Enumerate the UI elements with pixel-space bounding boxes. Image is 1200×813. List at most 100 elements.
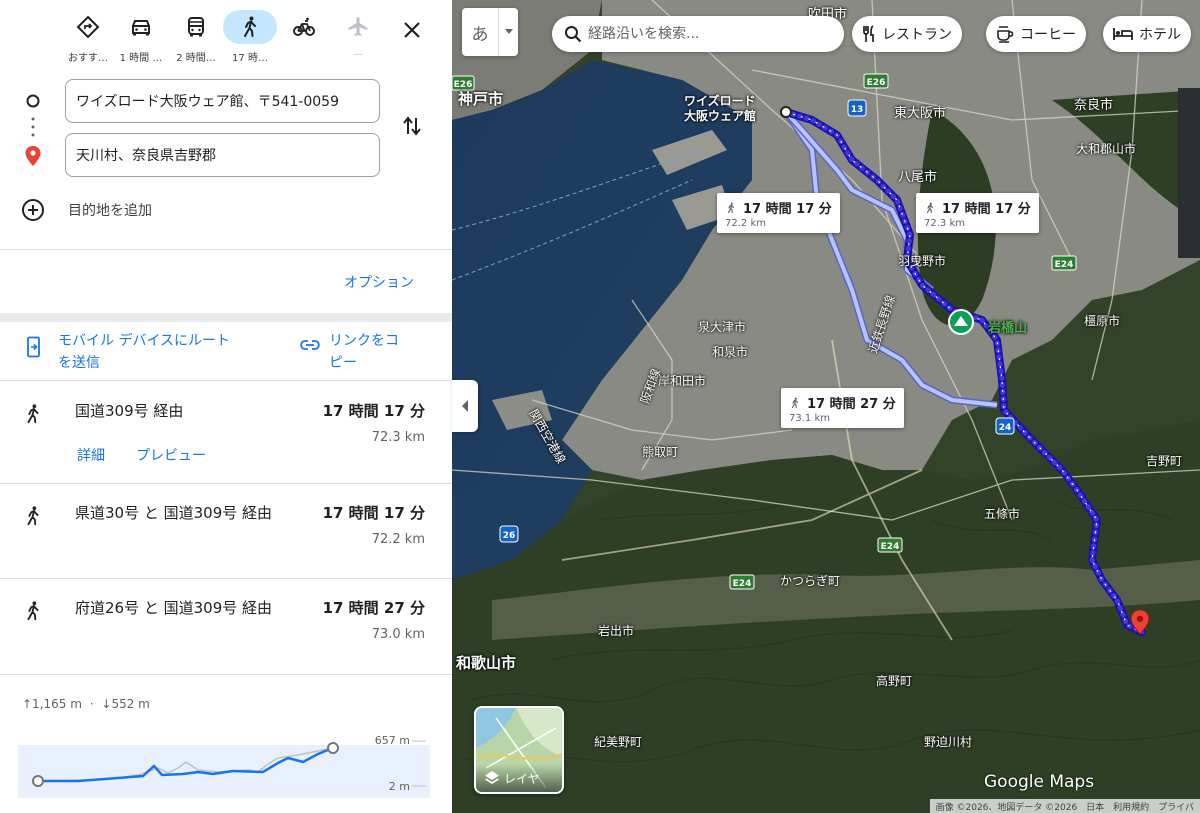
ime-char: あ [471, 24, 489, 45]
travel-mode-bicycle[interactable] [276, 10, 332, 68]
route-shield: 13 [847, 99, 867, 117]
divider [0, 313, 452, 322]
mountain-landmark-icon [948, 309, 974, 335]
svg-text:E24: E24 [733, 579, 752, 589]
input-method-toggle[interactable]: あ [462, 8, 518, 56]
travel-mode-bar: おすす… 1 時間 … 2 時間… 17 時… — [0, 0, 452, 70]
route-preview-link[interactable]: プレビュー [136, 445, 206, 465]
walk-icon [791, 397, 799, 408]
route-name: 府道26号 と 国道309号 経由 [75, 599, 273, 617]
walk-icon [727, 202, 735, 213]
origin-input[interactable] [65, 79, 380, 123]
travel-mode-walk[interactable]: 17 時… [222, 10, 278, 68]
city-label: 野迫川村 [924, 735, 973, 749]
search-along-route-bar[interactable] [552, 16, 844, 52]
route-duration: 17 時間 17 分 [322, 402, 425, 420]
travel-mode-flight[interactable]: — [330, 10, 386, 68]
highway-shield: E24 [877, 537, 903, 553]
alt-route-outline [783, 110, 998, 409]
callout-time: 17 時間 17 分 [942, 202, 1031, 217]
highway-shield: E24 [1051, 255, 1077, 271]
elevation-start-marker [32, 775, 44, 787]
search-along-route-input[interactable] [588, 26, 818, 42]
more-vert-icon [31, 117, 35, 137]
svg-text:E26: E26 [867, 78, 886, 88]
hotel-chip[interactable]: ホテル [1103, 16, 1191, 52]
origin-marker[interactable] [780, 106, 792, 118]
share-row: モバイル デバイスにルート を送信 リンクをコ ピー [0, 326, 452, 380]
highway-shield: E24 [729, 574, 755, 590]
send-to-device-button[interactable]: モバイル デバイスにルート を送信 [26, 330, 230, 374]
route-option-2[interactable]: 県道30号 と 国道309号 経由 17 時間 17 分 72.2 km [0, 484, 452, 578]
layers-icon [485, 771, 499, 784]
layers-button[interactable]: レイヤ [474, 706, 564, 794]
travel-mode-label: 17 時… [232, 53, 268, 64]
elevation-min-label: 2 m [389, 780, 410, 793]
options-button[interactable]: オプション [344, 272, 414, 292]
route-callout-2[interactable]: 17 時間 17 分 72.2 km [717, 193, 840, 233]
elevation-descent: ↓552 m [101, 697, 150, 711]
copy-link-label-1: リンクをコ [329, 333, 399, 349]
map-canvas[interactable]: E26 13 E24 24 26 E24 E24 E26 神戸市 吹田市 ワイズ… [452, 0, 1200, 813]
hotel-bed-icon [1113, 28, 1133, 40]
city-label: 東大阪市 [894, 106, 947, 121]
landmark-label: 岩橋山 [988, 321, 1028, 336]
travel-mode-transit[interactable]: 2 時間… [168, 10, 224, 68]
caret-down-icon [504, 29, 513, 34]
route-distance: 72.2 km [371, 532, 425, 547]
layers-label: レイヤ [504, 771, 540, 786]
alt-route-3 [784, 110, 998, 407]
route-callout-1[interactable]: 17 時間 17 分 72.3 km [916, 193, 1039, 233]
layers-label-bar: レイヤ [476, 764, 562, 792]
divider [0, 674, 452, 675]
route-callout-3[interactable]: 17 時間 27 分 73.1 km [781, 388, 904, 428]
chip-label: コーヒー [1020, 27, 1076, 43]
city-label: 和歌山市 [456, 654, 517, 672]
swap-endpoints-button[interactable] [398, 112, 426, 140]
copy-link-label-2: ピー [329, 355, 357, 371]
destination-input[interactable] [65, 133, 380, 177]
car-icon [114, 10, 168, 44]
travel-mode-drive[interactable]: 1 時間 … [113, 10, 169, 68]
directions-panel: おすす… 1 時間 … 2 時間… 17 時… — ワイズロード大阪ウェア館、〒… [0, 0, 452, 813]
svg-text:24: 24 [999, 423, 1012, 433]
close-directions-button[interactable] [396, 14, 428, 46]
bus-icon [169, 10, 223, 44]
elevation-separator: · [89, 697, 94, 711]
link-icon [300, 340, 320, 350]
elevation-stats: ↑1,165 m · ↓552 m [22, 697, 150, 711]
route-option-3[interactable]: 府道26号 と 国道309号 経由 17 時間 27 分 73.0 km [0, 579, 452, 674]
city-label: 橿原市 [1084, 314, 1121, 328]
callout-distance: 72.2 km [725, 218, 766, 229]
add-destination-button[interactable]: 目的地を追加 [20, 196, 152, 224]
route-option-1[interactable]: 国道309号 経由 17 時間 17 分 72.3 km 詳細 プレビュー [0, 382, 452, 483]
city-label: 吉野町 [1146, 454, 1183, 468]
destination-pin-icon [25, 146, 41, 166]
city-label: 岩出市 [598, 624, 635, 638]
route-distance: 73.0 km [371, 627, 425, 642]
restaurant-icon [863, 25, 874, 42]
route-distance: 72.3 km [371, 430, 425, 445]
city-label: 羽曳野市 [898, 254, 947, 268]
route-details-link[interactable]: 詳細 [77, 445, 105, 465]
ime-dropdown-button[interactable] [498, 8, 518, 56]
copy-link-button[interactable]: リンクをコ ピー [300, 330, 399, 374]
primary-route-outline [782, 108, 1146, 636]
svg-text:E24: E24 [1055, 260, 1074, 270]
swap-vertical-icon [403, 116, 421, 136]
map-attribution[interactable]: 画像 ©2026、地図データ ©2026 日本 利用規約 プライバ [929, 799, 1200, 813]
route-shield: 26 [499, 525, 519, 543]
restaurant-chip[interactable]: レストラン [852, 16, 962, 52]
chip-label: ホテル [1139, 27, 1181, 43]
walk-icon [926, 202, 934, 213]
travel-mode-label: おすす… [68, 53, 108, 64]
city-label: 岸和田市 [658, 374, 707, 388]
close-icon [404, 22, 420, 38]
divider [0, 380, 452, 381]
coffee-chip[interactable]: コーヒー [986, 16, 1086, 52]
collapse-panel-button[interactable] [452, 380, 478, 432]
map-side-strip [1178, 88, 1200, 258]
travel-mode-best[interactable]: おすす… [60, 10, 116, 68]
route-duration: 17 時間 17 分 [322, 504, 425, 522]
city-label: 八尾市 [898, 170, 938, 185]
